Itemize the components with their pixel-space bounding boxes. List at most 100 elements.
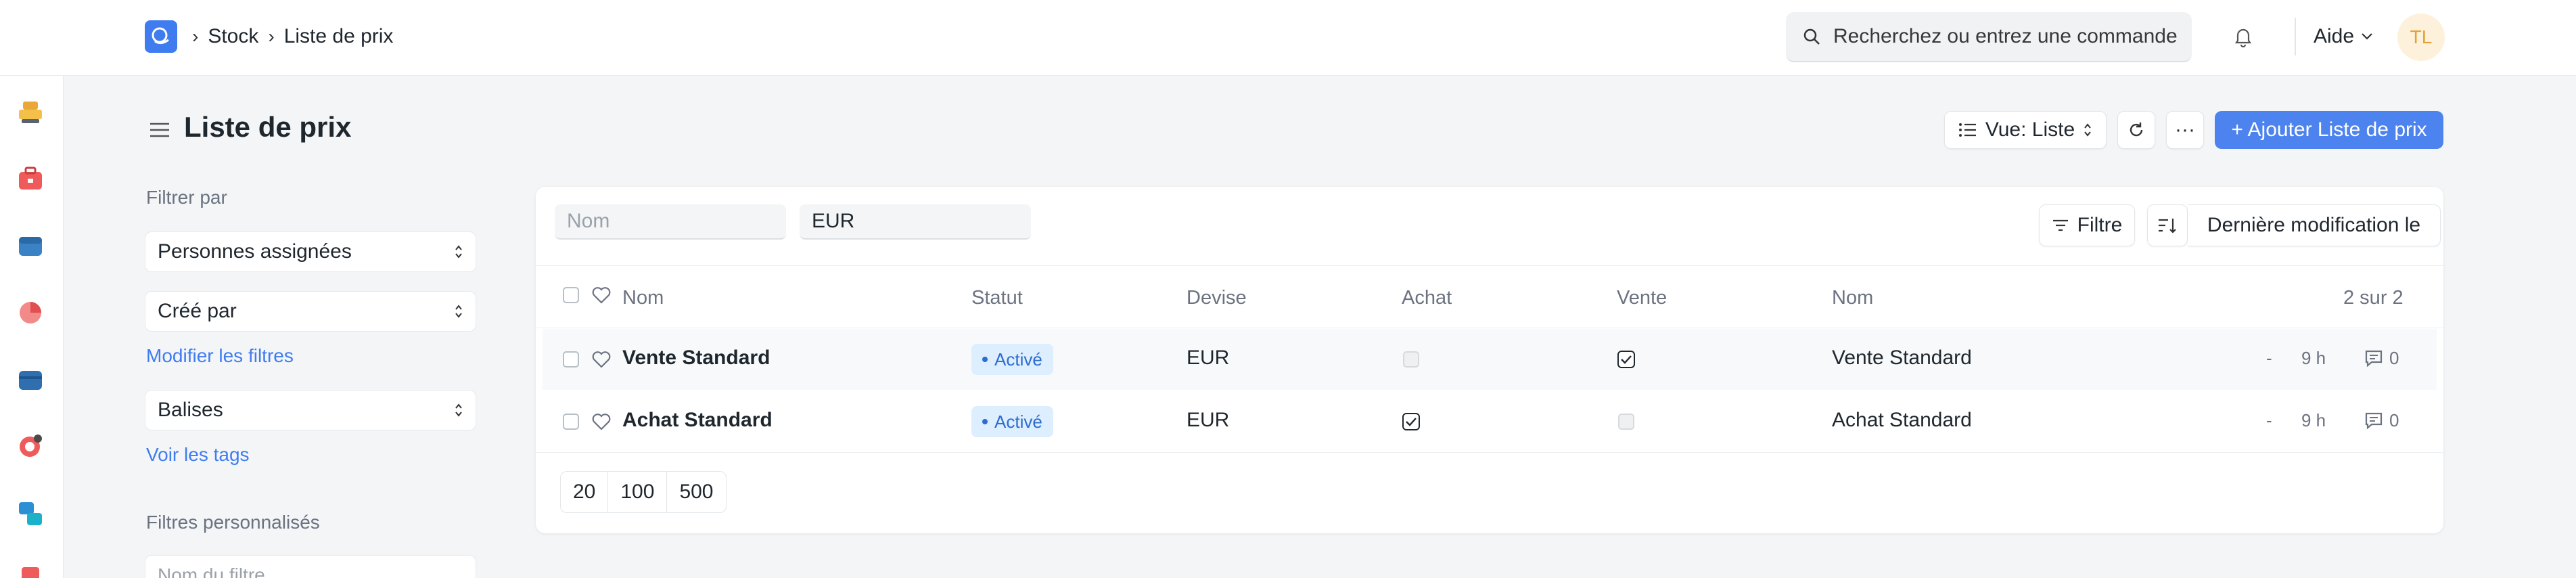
more-module-icon[interactable] xyxy=(15,562,46,578)
record-count: 2 sur 2 xyxy=(2343,287,2404,309)
more-actions-button[interactable]: ··· xyxy=(2166,111,2204,149)
chevron-updown-icon xyxy=(2084,123,2091,137)
row-name[interactable]: Achat Standard xyxy=(622,409,773,432)
filter-icon xyxy=(2052,219,2068,231)
refresh-icon xyxy=(2130,123,2143,137)
filter-by-label: Filtrer par xyxy=(146,187,227,208)
search-bar[interactable]: Recherchez ou entrez une commande xyxy=(1786,12,2192,62)
row-checkbox[interactable] xyxy=(563,351,579,368)
briefcase-module-icon[interactable] xyxy=(15,230,46,261)
row-comment-count: 0 xyxy=(2389,348,2399,368)
status-badge: Activé xyxy=(971,344,1053,375)
top-navbar: › Stock › Liste de prix Recherchez ou en… xyxy=(0,0,2576,76)
breadcrumb: › Stock › Liste de prix xyxy=(192,23,393,50)
row-currency: EUR xyxy=(1187,347,1230,369)
refresh-button[interactable] xyxy=(2117,111,2155,149)
row-dash: - xyxy=(2266,410,2272,430)
column-header-selling[interactable]: Vente xyxy=(1617,287,1667,309)
created-by-label: Créé par xyxy=(158,300,237,322)
page-title: Liste de prix xyxy=(184,111,352,143)
stock-module-icon[interactable] xyxy=(15,96,46,127)
row-checkbox[interactable] xyxy=(563,414,579,430)
row-modified-time: 9 h xyxy=(2301,348,2326,368)
tags-label: Balises xyxy=(158,399,223,421)
help-dropdown[interactable]: Aide xyxy=(2314,23,2373,50)
table-row[interactable]: Achat Standard Activé EUR Achat Standard… xyxy=(543,391,2437,452)
filter-name-input[interactable]: Nom du filtre xyxy=(145,555,476,578)
show-tags-link[interactable]: Voir les tags xyxy=(146,444,250,466)
chevron-right-icon: › xyxy=(268,26,275,47)
assigned-to-label: Personnes assignées xyxy=(158,240,352,263)
breadcrumb-price-list[interactable]: Liste de prix xyxy=(284,25,394,48)
add-price-list-button[interactable]: + Ajouter Liste de prix xyxy=(2215,111,2443,149)
navbar-divider xyxy=(2295,18,2296,55)
notification-bell-icon[interactable] xyxy=(2230,23,2257,50)
sort-field-label: Dernière modification le xyxy=(2207,214,2421,236)
custom-filters-label: Filtres personnalisés xyxy=(146,512,320,533)
toolbox-module-icon[interactable] xyxy=(15,164,46,195)
status-dot-icon xyxy=(982,419,988,424)
row-name-2: Achat Standard xyxy=(1832,409,1972,431)
sidebar-toggle-icon[interactable] xyxy=(147,118,172,142)
view-switcher-button[interactable]: Vue: Liste xyxy=(1944,111,2107,149)
row-selling-checkbox xyxy=(1618,414,1634,430)
chart-module-icon[interactable] xyxy=(15,296,46,328)
created-by-select[interactable]: Créé par xyxy=(145,291,476,332)
filter-button[interactable]: Filtre xyxy=(2039,204,2135,246)
table-row[interactable]: Vente Standard Activé EUR Vente Standard… xyxy=(543,329,2437,390)
column-header-currency[interactable]: Devise xyxy=(1187,287,1247,309)
row-comment-count: 0 xyxy=(2389,410,2399,430)
name-filter-input[interactable]: Nom xyxy=(555,204,786,240)
column-header-status[interactable]: Statut xyxy=(971,287,1023,309)
database-module-icon[interactable] xyxy=(15,498,46,529)
assigned-to-select[interactable]: Personnes assignées xyxy=(145,231,476,272)
chevron-updown-icon xyxy=(455,305,462,318)
column-header-name-2[interactable]: Nom xyxy=(1832,287,1873,309)
row-modified-time: 9 h xyxy=(2301,410,2326,430)
status-badge-label: Activé xyxy=(994,411,1042,432)
page-size-selector: 20 100 500 xyxy=(560,471,727,513)
app-rail xyxy=(0,76,64,578)
row-buying-checkbox xyxy=(1403,351,1419,368)
select-all-checkbox[interactable] xyxy=(563,287,579,303)
sort-icon xyxy=(2159,219,2176,234)
avatar[interactable]: TL xyxy=(2397,14,2445,61)
archive-module-icon[interactable] xyxy=(15,364,46,395)
row-selling-checkbox xyxy=(1617,351,1635,368)
rows-divider xyxy=(536,452,2443,453)
search-placeholder: Recherchez ou entrez une commande xyxy=(1833,25,2178,47)
heart-icon[interactable] xyxy=(591,286,612,305)
comment-icon xyxy=(2365,412,2383,430)
chevron-down-icon xyxy=(2362,33,2372,40)
help-label: Aide xyxy=(2314,25,2355,47)
app-logo-icon[interactable] xyxy=(145,20,177,53)
chevron-right-icon: › xyxy=(192,26,199,47)
page-size-100[interactable]: 100 xyxy=(608,472,668,512)
page-size-20[interactable]: 20 xyxy=(561,472,609,512)
sort-field-button[interactable]: Dernière modification le xyxy=(2188,204,2441,246)
status-badge: Activé xyxy=(971,406,1053,437)
view-switcher-label: Vue: Liste xyxy=(1985,118,2075,141)
tags-select[interactable]: Balises xyxy=(145,390,476,430)
list-card: Nom EUR Filtre Dernière modification le … xyxy=(536,187,2443,533)
row-currency: EUR xyxy=(1187,409,1230,431)
edit-filters-link[interactable]: Modifier les filtres xyxy=(146,345,294,367)
heart-icon[interactable] xyxy=(591,412,612,431)
heart-icon[interactable] xyxy=(591,350,612,369)
row-name-2: Vente Standard xyxy=(1832,347,1972,369)
chevron-updown-icon xyxy=(455,403,462,417)
name-filter-placeholder: Nom xyxy=(567,210,610,232)
sort-direction-button[interactable] xyxy=(2147,204,2188,246)
list-icon xyxy=(1958,123,1976,137)
breadcrumb-stock[interactable]: Stock xyxy=(208,25,258,48)
row-dash: - xyxy=(2266,348,2272,368)
currency-filter-input[interactable]: EUR xyxy=(800,204,1031,240)
support-module-icon[interactable] xyxy=(15,430,46,462)
page-size-500[interactable]: 500 xyxy=(667,472,725,512)
comment-icon xyxy=(2365,350,2383,368)
more-dots-icon: ··· xyxy=(2175,118,2195,141)
filter-label: Filtre xyxy=(2077,214,2123,236)
column-header-name[interactable]: Nom xyxy=(622,287,664,309)
column-header-buying[interactable]: Achat xyxy=(1402,287,1452,309)
row-name[interactable]: Vente Standard xyxy=(622,347,770,370)
